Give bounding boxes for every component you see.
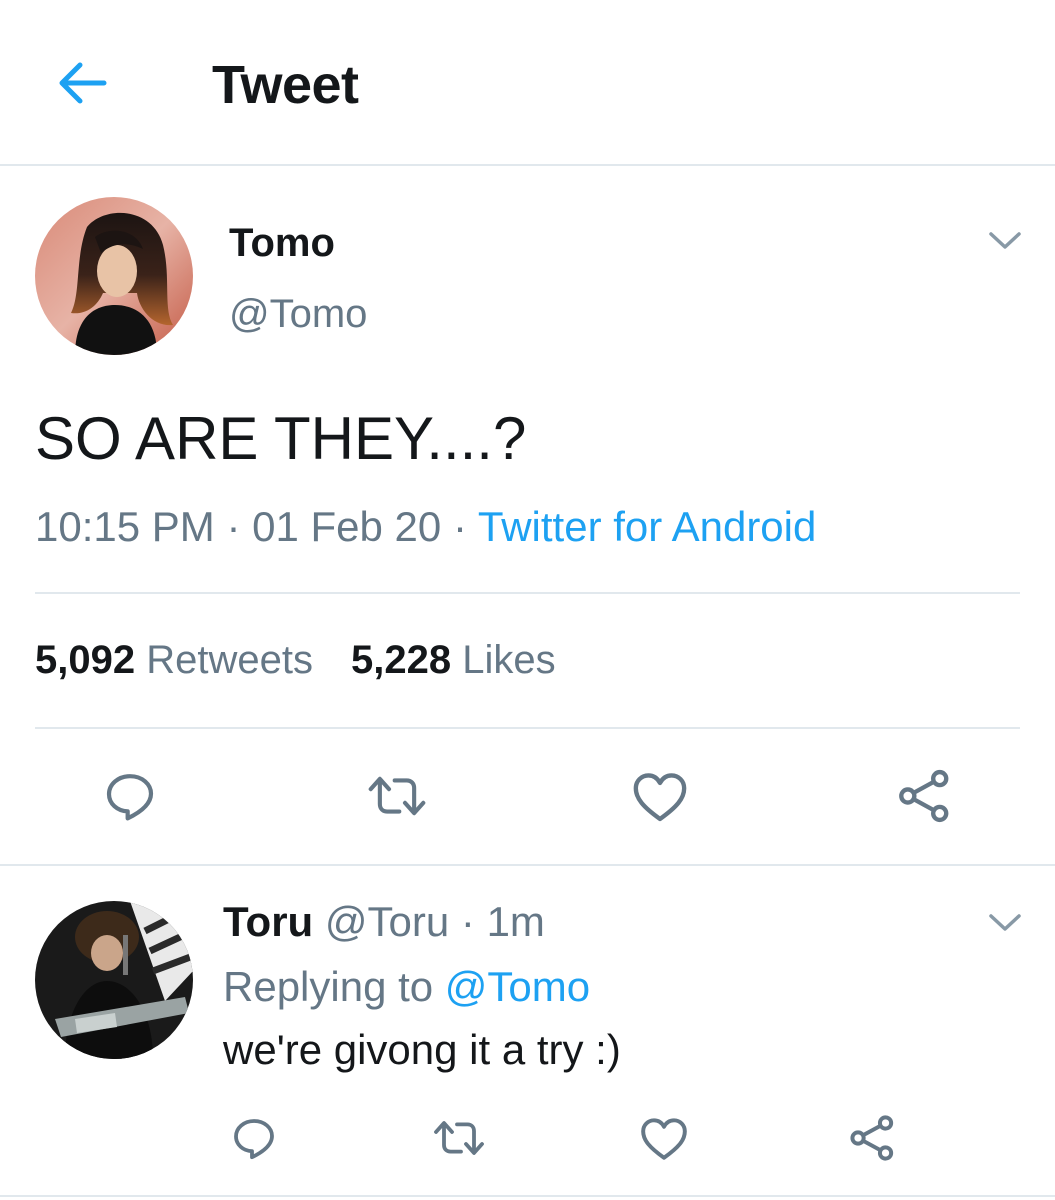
reply-author-name[interactable]: Toru bbox=[223, 898, 313, 945]
tweet-options-button[interactable] bbox=[985, 221, 1025, 261]
share-icon bbox=[899, 769, 949, 823]
divider bbox=[35, 727, 1020, 729]
retweets-stat[interactable]: 5,092 Retweets bbox=[35, 638, 313, 682]
avatar[interactable] bbox=[35, 901, 193, 1059]
heart-icon bbox=[641, 1118, 687, 1160]
retweet-icon bbox=[434, 1121, 484, 1155]
replying-to-link[interactable]: @Tomo bbox=[445, 963, 590, 1010]
reply-reply-button[interactable] bbox=[226, 1110, 282, 1166]
reply-time: 1m bbox=[486, 898, 545, 945]
like-button[interactable] bbox=[628, 764, 692, 828]
likes-stat[interactable]: 5,228 Likes bbox=[351, 638, 556, 682]
share-button[interactable] bbox=[892, 764, 956, 828]
retweet-icon bbox=[368, 776, 426, 816]
back-button[interactable] bbox=[52, 55, 112, 111]
heart-icon bbox=[633, 773, 687, 822]
reply-like-button[interactable] bbox=[636, 1110, 692, 1166]
chevron-down-icon bbox=[989, 914, 1021, 931]
likes-label: Likes bbox=[462, 638, 556, 682]
avatar[interactable] bbox=[35, 197, 193, 355]
tweet-text: SO ARE THEY....? bbox=[35, 405, 527, 472]
arrow-left-icon bbox=[59, 62, 107, 104]
retweets-count: 5,092 bbox=[35, 638, 136, 682]
divider bbox=[0, 1195, 1055, 1197]
tweet-date: 01 Feb 20 bbox=[252, 503, 442, 550]
retweets-label: Retweets bbox=[146, 638, 313, 682]
tweet-meta: 10:15 PM · 01 Feb 20 · Twitter for Andro… bbox=[35, 503, 816, 551]
top-bar: Tweet bbox=[0, 0, 1055, 166]
meta-separator: · bbox=[226, 503, 241, 550]
replying-to: Replying to @Tomo bbox=[223, 963, 590, 1011]
tweet-source-link[interactable]: Twitter for Android bbox=[478, 503, 816, 550]
reply-author-handle[interactable]: @Toru bbox=[325, 898, 449, 945]
chevron-down-icon bbox=[989, 232, 1021, 249]
reply-icon bbox=[234, 1119, 274, 1160]
reply-header: Toru @Toru · 1m bbox=[223, 898, 545, 946]
likes-count: 5,228 bbox=[350, 638, 452, 682]
divider bbox=[35, 592, 1020, 594]
author-handle[interactable]: @Tomo bbox=[229, 292, 367, 337]
reply-button[interactable] bbox=[98, 764, 162, 828]
reply-text: we're givong it a try :) bbox=[223, 1026, 621, 1073]
page-title: Tweet bbox=[212, 55, 359, 115]
meta-separator: · bbox=[452, 503, 467, 550]
retweet-button[interactable] bbox=[362, 764, 432, 828]
reply-retweet-button[interactable] bbox=[428, 1110, 490, 1166]
tweet-stats: 5,092 Retweets 5,228 Likes bbox=[35, 638, 556, 683]
replying-label: Replying to bbox=[223, 963, 434, 1010]
author-name[interactable]: Tomo bbox=[229, 221, 335, 266]
share-icon bbox=[850, 1115, 894, 1161]
tweet-time: 10:15 PM bbox=[35, 503, 215, 550]
divider bbox=[0, 864, 1055, 866]
reply-options-button[interactable] bbox=[985, 903, 1025, 943]
reply-share-button[interactable] bbox=[844, 1110, 900, 1166]
reply-icon bbox=[106, 774, 154, 821]
meta-separator: · bbox=[460, 898, 475, 945]
